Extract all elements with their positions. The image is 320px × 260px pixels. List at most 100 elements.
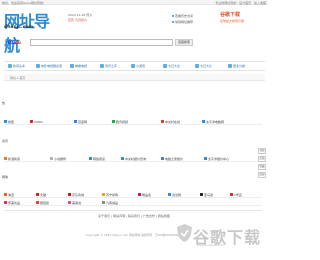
- recommend-link[interactable]: 常用网址推荐: [172, 20, 193, 26]
- site-link[interactable]: 搜狐: [4, 120, 14, 124]
- site-link[interactable]: 小说推荐: [50, 157, 66, 161]
- site-label: 腾讯视频: [116, 119, 129, 124]
- nav-item[interactable]: 更多分类: [228, 64, 245, 68]
- logo-text: 网址导航: [4, 12, 50, 55]
- footer-links[interactable]: 关于我们 | 网站声明 | 联系我们 | 广告合作 | 网站地图: [4, 214, 264, 218]
- search-input[interactable]: [30, 39, 173, 46]
- site-link[interactable]: 1号店: [230, 193, 242, 197]
- site-link[interactable]: 百度网: [74, 120, 87, 124]
- site-icon: [4, 193, 7, 196]
- nav-item[interactable]: 小游戏: [131, 64, 145, 68]
- site-label: 唯品会: [142, 192, 152, 197]
- nav-item[interactable]: 电影电视剧资源: [36, 64, 62, 68]
- nav-item[interactable]: 新闻头条: [8, 64, 25, 68]
- site-label: 新浪新闻: [8, 156, 21, 161]
- news-icon: [8, 64, 12, 68]
- site-link[interactable]: 美丽说: [68, 201, 81, 205]
- section-title: 网购: [2, 175, 9, 179]
- search-button[interactable]: 百度搜索: [175, 39, 193, 46]
- more-icon: [228, 64, 232, 68]
- breadcrumb-text: 网址 ▸ 首页: [10, 75, 26, 80]
- date-line: 2023-11-18 周六: [68, 13, 93, 17]
- site-label: 淘宝: [8, 192, 15, 197]
- site-label: 凡客诚品: [106, 200, 119, 205]
- nav-item[interactable]: 看看电视: [70, 64, 87, 68]
- site-link[interactable]: 天猫: [36, 193, 46, 197]
- site-label: 太平洋电脑网: [206, 119, 225, 124]
- site-link[interactable]: 中关村在线: [161, 120, 180, 124]
- site-icon: [68, 193, 71, 196]
- site-icon: [50, 157, 53, 160]
- site-link[interactable]: 淘宝: [4, 193, 14, 197]
- welcome-text: 你好，欢迎来到Guhe网址导航！: [2, 0, 46, 5]
- side-favorite-button[interactable]: 收藏: [258, 164, 266, 170]
- site-link[interactable]: 京东商城: [68, 193, 84, 197]
- site-link[interactable]: CSDN: [30, 120, 43, 124]
- list-row: 新浪新闻 小说推荐 网络阅读 中关村报价查询 电脑之家报价 太平洋报价中心: [4, 155, 262, 162]
- section-title: 热: [2, 101, 6, 105]
- nav-item[interactable]: 音乐之声: [100, 64, 117, 68]
- site-logo[interactable]: 网址导航 dhanjc.com: [4, 8, 54, 55]
- site-link[interactable]: 聚美优品: [4, 201, 20, 205]
- site-label: CSDN: [34, 119, 43, 124]
- site-icon: [30, 120, 33, 123]
- site-label: 当当网: [172, 192, 182, 197]
- baidu-logo-b: du: [15, 40, 21, 45]
- site-icon: [36, 193, 39, 196]
- site-link[interactable]: 中关村报价查询: [121, 157, 146, 161]
- nav-label: 新闻头条: [13, 64, 26, 68]
- list-row: 搜狐 CSDN 百度网 腾讯视频 中关村在线 太平洋电脑网: [4, 118, 262, 125]
- site-label: 电脑之家报价: [165, 156, 184, 161]
- side-top-button[interactable]: 顶部: [258, 148, 266, 154]
- site-icon: [161, 120, 164, 123]
- nav-label: 今日大片: [200, 64, 213, 68]
- nav-label: 音乐之声: [105, 64, 118, 68]
- site-label: 蘑菇街: [40, 200, 50, 205]
- site-label: 中关村在线: [165, 119, 181, 124]
- site-link[interactable]: 唯品会: [138, 193, 151, 197]
- side-bottom-button[interactable]: 底部: [258, 172, 266, 178]
- header-links: 查看历史访问 常用网址推荐: [172, 14, 193, 25]
- brand-logo[interactable]: 谷歌下载 全球最大搜索引擎: [220, 11, 256, 29]
- site-link[interactable]: 苏宁易购: [102, 193, 118, 197]
- site-label: 苏宁易购: [106, 192, 119, 197]
- site-link[interactable]: 当当网: [168, 193, 181, 197]
- brand-subtitle: 全球最大搜索引擎: [220, 19, 245, 23]
- date-block: 2023-11-18 周六 农历 九月初六: [68, 13, 92, 22]
- site-icon: [230, 193, 233, 196]
- site-link[interactable]: 腾讯视频: [112, 120, 128, 124]
- nav-label: 小游戏: [136, 64, 146, 68]
- site-label: 京东商城: [72, 192, 85, 197]
- watermark: 谷歌下载 www.gugexia.com: [175, 222, 265, 252]
- nav-item[interactable]: 今日大全: [163, 64, 180, 68]
- site-label: 网络阅读: [93, 156, 106, 161]
- baidu-logo[interactable]: Baidu: [8, 40, 21, 45]
- site-link[interactable]: 网络阅读: [89, 157, 105, 161]
- site-link[interactable]: 电脑之家报价: [161, 157, 183, 161]
- nav-label: 电影电视剧资源: [41, 64, 63, 68]
- site-icon: [102, 193, 105, 196]
- site-icon: [4, 120, 7, 123]
- site-link[interactable]: 亚马逊: [200, 193, 213, 197]
- site-link[interactable]: 新浪新闻: [4, 157, 20, 161]
- site-link[interactable]: 蘑菇街: [36, 201, 49, 205]
- game-icon: [131, 64, 135, 68]
- site-label: 中关村报价查询: [125, 156, 147, 161]
- site-link[interactable]: 太平洋电脑网: [202, 120, 224, 124]
- section-title: 资讯: [2, 139, 9, 143]
- side-feedback-button[interactable]: 反馈: [258, 156, 266, 162]
- nav-item[interactable]: 今日大片: [195, 64, 212, 68]
- site-icon: [168, 193, 171, 196]
- list-row: 聚美优品 蘑菇街 美丽说 凡客诚品: [4, 199, 262, 206]
- top-links[interactable]: 专业的网址导航 · 设为首页 · 加入收藏: [215, 1, 266, 5]
- site-icon: [4, 157, 7, 160]
- site-link[interactable]: 凡客诚品: [102, 201, 118, 205]
- site-icon: [4, 201, 7, 204]
- site-icon: [36, 201, 39, 204]
- site-label: 天猫: [40, 192, 47, 197]
- site-link[interactable]: 太平洋报价中心: [204, 157, 229, 161]
- list-row: 淘宝 天猫 京东商城 苏宁易购 唯品会 当当网 亚马逊 1号店: [4, 191, 262, 198]
- nav-label: 今日大全: [168, 64, 181, 68]
- site-label: 美丽说: [72, 200, 82, 205]
- site-icon: [200, 193, 203, 196]
